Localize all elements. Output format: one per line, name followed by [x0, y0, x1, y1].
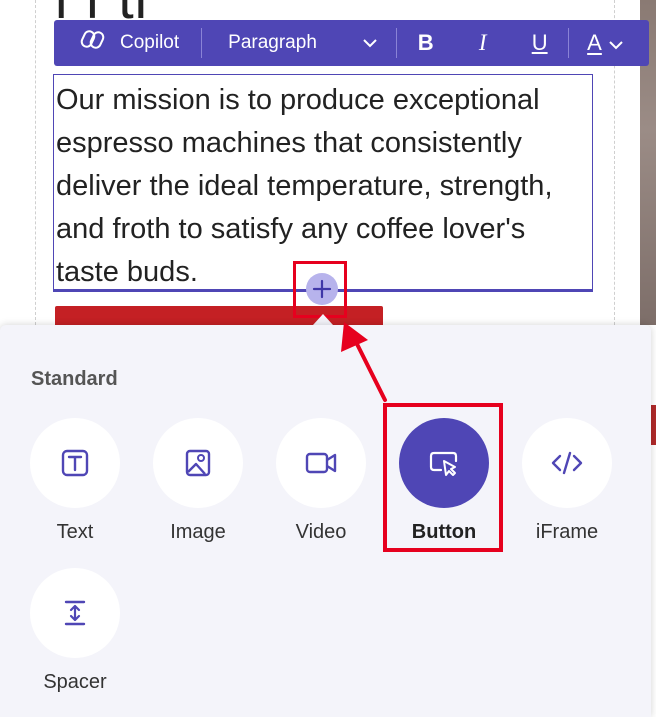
- font-color-dropdown[interactable]: A: [569, 20, 638, 66]
- option-circle: [30, 418, 120, 508]
- option-label: Text: [56, 521, 94, 543]
- option-circle: [522, 418, 612, 508]
- insert-image-option[interactable]: Image: [148, 418, 248, 544]
- font-color-label: A: [587, 30, 602, 55]
- add-element-button[interactable]: [306, 273, 338, 305]
- option-label: Spacer: [43, 671, 107, 693]
- insert-iframe-option[interactable]: iFrame: [517, 418, 617, 544]
- insert-text-option[interactable]: Text: [25, 418, 125, 544]
- spacer-icon: [64, 600, 86, 626]
- paragraph-style-dropdown[interactable]: Paragraph: [202, 20, 396, 66]
- italic-button[interactable]: I: [454, 20, 511, 66]
- bold-button[interactable]: B: [397, 20, 454, 66]
- plus-icon: [312, 279, 332, 299]
- text-format-toolbar: Copilot Paragraph B I U A: [54, 20, 649, 66]
- option-circle: [30, 568, 120, 658]
- underline-button[interactable]: U: [511, 20, 568, 66]
- option-circle: [153, 418, 243, 508]
- insert-spacer-option[interactable]: Spacer: [25, 568, 125, 694]
- section-guide-left: [35, 0, 36, 325]
- chevron-down-icon: [608, 30, 624, 56]
- insert-video-option[interactable]: Video: [271, 418, 371, 544]
- image-icon: [185, 449, 211, 477]
- option-label: Image: [170, 521, 226, 543]
- paragraph-style-label: Paragraph: [228, 32, 317, 53]
- option-label: Video: [295, 521, 347, 543]
- option-label: iFrame: [535, 521, 599, 543]
- text-editor-block[interactable]: Our mission is to produce exceptional es…: [53, 74, 593, 292]
- text-icon: [61, 449, 89, 477]
- copilot-button[interactable]: Copilot: [54, 20, 201, 66]
- video-icon: [305, 452, 337, 474]
- copilot-icon: [80, 28, 106, 58]
- option-circle: [276, 418, 366, 508]
- copilot-label: Copilot: [120, 32, 180, 53]
- section-title-standard: Standard: [31, 368, 118, 390]
- chevron-down-icon: [362, 32, 378, 54]
- panel-pointer: [313, 314, 333, 325]
- code-icon: [551, 451, 583, 475]
- button-option-highlight-box: [383, 403, 503, 552]
